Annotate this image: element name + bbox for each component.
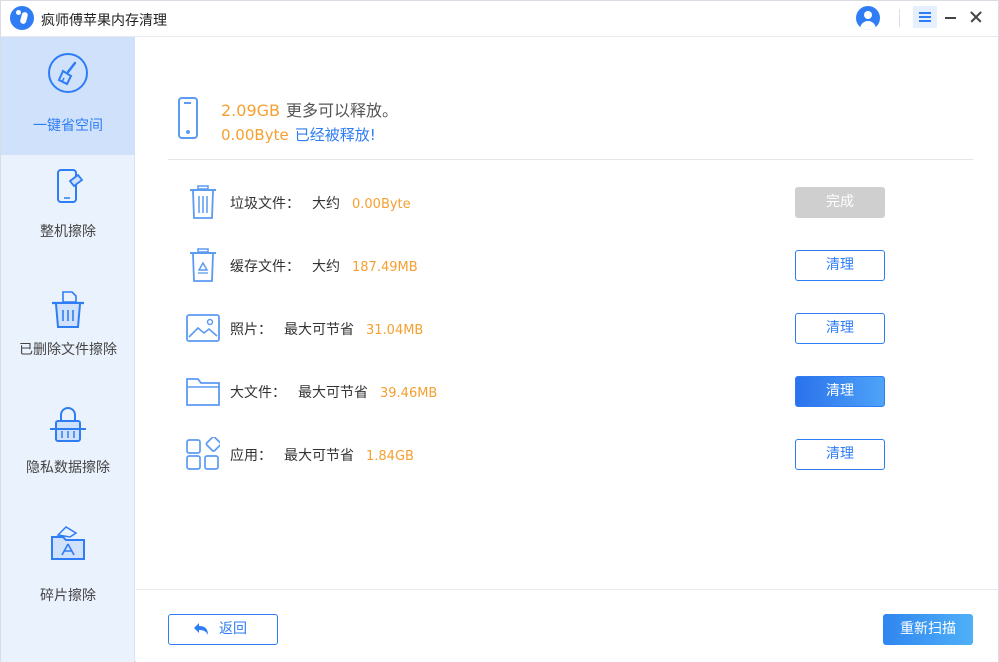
apps-clean-button[interactable]: 清理 [795,439,885,470]
sidebar-item-fragment-erase[interactable]: 碎片擦除 [1,509,135,627]
footer-divider [136,589,998,590]
back-arrow-icon [194,623,208,635]
row-label: 缓存文件： 大约 187.49MB [230,256,418,276]
list-item-junk-files: 垃圾文件： 大约 0.00Byte 完成 [136,183,998,223]
row-qualifier: 大约 [312,196,340,212]
row-qualifier: 最大可节省 [284,322,354,338]
apps-icon [186,437,220,470]
sidebar-item-privacy-erase[interactable]: 隐私数据擦除 [1,391,135,509]
released-amount: 0.00Byte [221,126,289,144]
cache-files-clean-button[interactable]: 清理 [795,250,885,281]
rescan-button[interactable]: 重新扫描 [883,614,973,645]
junk-files-done-button[interactable]: 完成 [795,187,885,218]
row-name: 大文件： [230,385,286,401]
sidebar-item-deleted-file-erase[interactable]: 已删除文件擦除 [1,273,135,391]
sidebar: 一键省空间 整机擦除 已删除文件擦除 隐私数据擦除 碎片擦除 [1,37,135,662]
privacy-lock-icon [50,407,86,442]
folder-icon [186,378,220,406]
releasable-text: 更多可以释放。 [286,101,399,120]
sidebar-item-label: 隐私数据擦除 [26,460,110,476]
phone-icon [178,97,198,139]
trash-file-icon [52,291,84,328]
main-panel: 2.09GB 更多可以释放。 0.00Byte 已经被释放! 垃圾文件： 大约 0.00… [136,37,998,662]
row-size: 39.46MB [380,386,438,401]
sidebar-item-label: 已删除文件擦除 [19,342,117,358]
user-account-icon[interactable] [856,6,880,30]
row-qualifier: 最大可节省 [284,448,354,464]
row-size: 0.00Byte [352,197,411,212]
minimize-icon[interactable] [941,6,961,28]
sidebar-item-label: 整机擦除 [40,224,96,240]
list-item-photos: 照片： 最大可节省 31.04MB 清理 [136,309,998,349]
row-size: 1.84GB [366,449,414,464]
back-button[interactable]: 返回 [168,614,278,645]
released-text: 已经被释放! [294,126,376,144]
phone-erase-icon [57,169,84,203]
back-label: 返回 [219,621,247,637]
row-label: 大文件： 最大可节省 39.46MB [230,382,437,402]
list-item-apps: 应用： 最大可节省 1.84GB 清理 [136,435,998,475]
cache-recycle-icon [190,248,216,282]
row-label: 照片： 最大可节省 31.04MB [230,319,423,339]
row-name: 应用： [230,448,272,464]
row-size: 31.04MB [366,323,424,338]
list-item-cache-files: 缓存文件： 大约 187.49MB 清理 [136,246,998,286]
title-bar: 疯师傅苹果内存清理 [1,1,998,37]
row-qualifier: 大约 [312,259,340,275]
row-name: 缓存文件： [230,259,300,275]
trash-bin-icon [190,185,216,219]
released-summary: 0.00Byte 已经被释放! [221,124,376,145]
row-label: 垃圾文件： 大约 0.00Byte [230,193,411,213]
close-icon[interactable] [965,6,987,28]
broom-icon [48,53,88,93]
photos-clean-button[interactable]: 清理 [795,313,885,344]
row-name: 照片： [230,322,272,338]
app-window: 疯师傅苹果内存清理 一键省空间 整机擦除 已删除文件擦除 隐私数据擦除 碎片擦除… [0,0,999,662]
row-qualifier: 最大可节省 [298,385,368,401]
releasable-amount: 2.09GB [221,101,280,120]
app-logo-icon [10,6,34,30]
releasable-summary: 2.09GB 更多可以释放。 [221,97,398,121]
sidebar-item-label: 碎片擦除 [40,588,96,604]
photo-icon [186,314,220,342]
summary-divider [168,159,973,160]
large-files-clean-button[interactable]: 清理 [795,376,885,407]
menu-icon[interactable] [913,6,937,28]
fragment-folder-icon [51,526,85,560]
row-size: 187.49MB [352,260,418,275]
titlebar-divider [899,9,900,27]
sidebar-item-save-space[interactable]: 一键省空间 [1,37,135,155]
app-title: 疯师傅苹果内存清理 [41,13,167,29]
sidebar-item-full-erase[interactable]: 整机擦除 [1,155,135,273]
row-label: 应用： 最大可节省 1.84GB [230,445,414,465]
row-name: 垃圾文件： [230,196,300,212]
list-item-large-files: 大文件： 最大可节省 39.46MB 清理 [136,372,998,412]
sidebar-item-label: 一键省空间 [33,118,103,134]
